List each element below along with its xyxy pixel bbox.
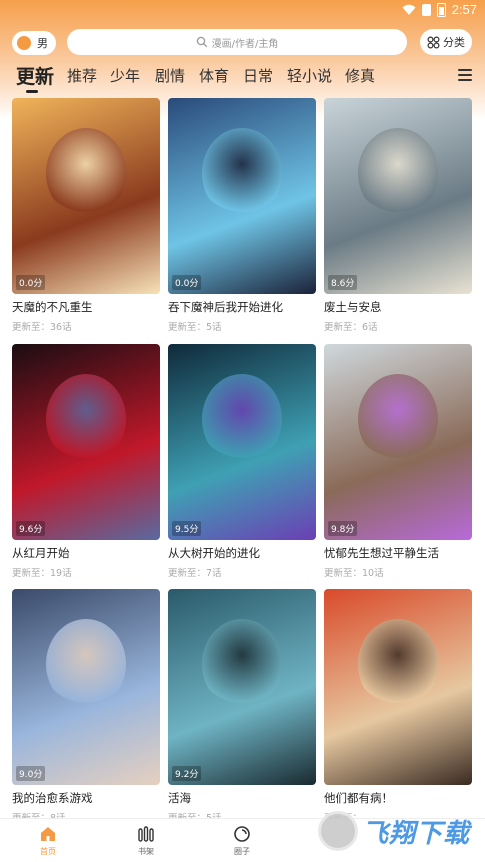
home-icon [41,827,55,841]
tab-shounen[interactable]: 少年 [110,65,140,86]
comic-update-status: 更新至：6话 [324,322,378,333]
nav-home-label: 首页 [40,847,56,856]
category-button[interactable]: 分类 [420,29,472,55]
comic-title: 天魔的不凡重生 [12,300,93,314]
tab-story[interactable]: 剧情 [155,65,185,86]
comic-card[interactable]: 他们都有病！更新至： [324,589,472,824]
comic-update-status: 更新至：19话 [12,568,72,579]
cover-artwork [358,619,438,709]
watermark-logo [318,811,358,851]
comic-cover[interactable] [324,589,472,785]
comic-title: 忧郁先生想过平静生活 [324,546,439,560]
active-tab-indicator [26,90,38,93]
nav-circle-label: 圈子 [234,847,250,856]
comic-cover[interactable]: 9.5分 [168,344,316,540]
tab-xiuzhen[interactable]: 修真 [345,65,375,86]
notification-icon [421,3,431,16]
search-input[interactable]: 漫画/作者/主角 [67,29,407,55]
comic-card[interactable]: 9.5分从大树开始的进化 更新至：7话 [168,344,316,579]
gender-toggle[interactable]: 男 [12,31,56,55]
nav-bookshelf-label: 书架 [138,847,154,856]
comic-cover[interactable]: 9.0分 [12,589,160,785]
comic-card[interactable]: 8.6分废土与安息更新至：6话 [324,98,472,333]
nav-home[interactable]: 首页 [18,825,78,857]
top-bar: 男 漫画/作者/主角 分类 [0,28,485,58]
comic-card[interactable]: 9.0分我的治愈系游戏更新至：8话 [12,589,160,824]
comic-cover[interactable]: 8.6分 [324,98,472,294]
score-badge: 9.2分 [172,766,202,781]
cover-artwork [358,128,438,218]
comic-title: 活海 [168,791,191,805]
cover-artwork [46,619,126,709]
gender-label: 男 [37,37,48,50]
watermark: 飞翔下载 [318,800,478,862]
comic-update-status: 更新至：5话 [168,322,222,333]
cover-artwork [358,374,438,464]
cover-artwork [202,374,282,464]
comic-cover[interactable]: 9.6分 [12,344,160,540]
score-badge: 9.0分 [16,766,46,781]
comic-card[interactable]: 0.0分天魔的不凡重生 更新至：36话 [12,98,160,333]
score-badge: 9.5分 [172,521,202,536]
toggle-knob [17,36,31,50]
nav-bookshelf[interactable]: 书架 [116,825,176,857]
status-time: 2:57 [451,2,477,17]
search-icon [196,36,207,48]
tab-recommend[interactable]: 推荐 [67,65,97,86]
score-badge: 9.6分 [16,521,46,536]
tab-light-novel[interactable]: 轻小说 [287,65,332,86]
score-badge: 0.0分 [16,275,46,290]
tab-updates[interactable]: 更新 [16,62,54,89]
score-badge: 0.0分 [172,275,202,290]
watermark-text: 飞翔下载 [362,818,471,849]
cover-artwork [46,374,126,464]
cover-artwork [46,128,126,218]
status-icons: 2:57 [402,2,477,17]
comic-card[interactable]: 0.0分吞下魔神后我开始进化 更新至：5话 [168,98,316,333]
score-badge: 9.8分 [328,521,358,536]
wifi-icon [402,4,416,16]
comic-card[interactable]: 9.8分忧郁先生想过平静生活 更新至：10话 [324,344,472,579]
category-label: 分类 [443,36,465,49]
search-placeholder: 漫画/作者/主角 [211,38,279,50]
menu-icon[interactable] [458,69,472,81]
tab-daily[interactable]: 日常 [243,65,273,86]
status-bar: 2:57 [0,0,485,22]
comic-cover[interactable]: 0.0分 [168,98,316,294]
tab-sports[interactable]: 体育 [199,65,229,86]
score-badge: 8.6分 [328,275,358,290]
battery-icon [436,2,446,17]
comic-card[interactable]: 9.2分活海更新至：5话 [168,589,316,824]
nav-circle[interactable]: 圈子 [212,825,272,857]
comic-title: 我的治愈系游戏 [12,791,93,805]
circle-icon [234,826,250,842]
comic-title: 从红月开始 [12,546,70,560]
cover-artwork [202,128,282,218]
comic-cover[interactable]: 9.2分 [168,589,316,785]
comic-title: 从大树开始的进化 [168,546,260,560]
comic-title: 废土与安息 [324,300,382,314]
comic-update-status: 更新至：10话 [324,568,384,579]
cover-artwork [202,619,282,709]
comic-cover[interactable]: 0.0分 [12,98,160,294]
comic-cover[interactable]: 9.8分 [324,344,472,540]
comic-update-status: 更新至：7话 [168,568,222,579]
bookshelf-icon [138,826,154,842]
tab-bar: 更新 推荐 少年 剧情 体育 日常 轻小说 修真 [0,62,485,94]
comic-title: 吞下魔神后我开始进化 [168,300,283,314]
category-icon [427,35,440,49]
comic-card[interactable]: 9.6分从红月开始更新至：19话 [12,344,160,579]
comic-update-status: 更新至：36话 [12,322,72,333]
